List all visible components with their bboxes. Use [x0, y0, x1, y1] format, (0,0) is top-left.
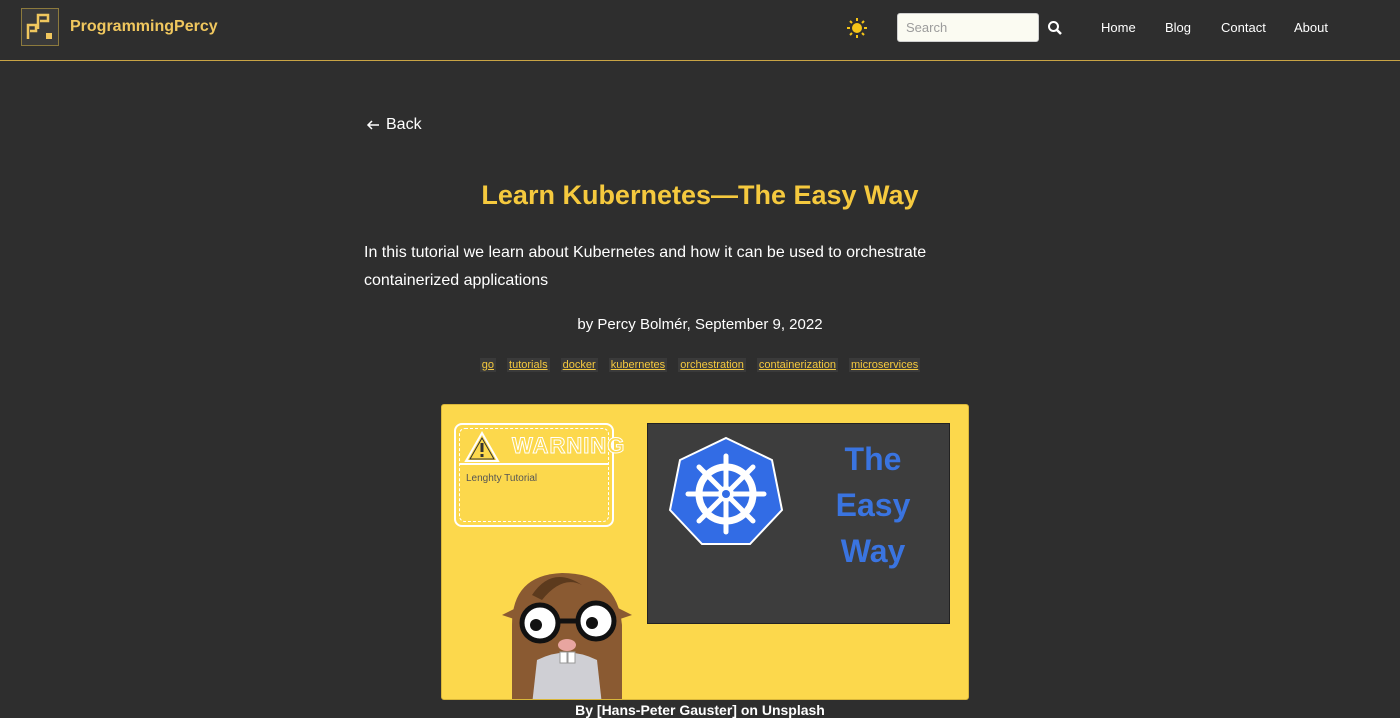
kubernetes-logo-icon [668, 436, 784, 545]
back-link[interactable]: Back [366, 116, 422, 134]
warning-subtext: Lenghty Tutorial [466, 473, 538, 484]
search-icon[interactable] [1047, 20, 1063, 36]
warning-box: WARNING Lenghty Tutorial [454, 423, 625, 527]
nav-contact[interactable]: Contact [1221, 20, 1266, 35]
tag-list: go tutorials docker kubernetes orchestra… [0, 358, 1400, 372]
site-header: ProgrammingPercy Home Blog Contact About [0, 0, 1400, 61]
logo-icon [23, 10, 57, 44]
nav-home[interactable]: Home [1101, 20, 1136, 35]
article-title: Learn Kubernetes—The Easy Way [481, 180, 919, 210]
tag-microservices[interactable]: microservices [849, 358, 921, 372]
tag-tutorials[interactable]: tutorials [507, 358, 550, 372]
tag-kubernetes[interactable]: kubernetes [608, 358, 668, 372]
nav-blog[interactable]: Blog [1165, 20, 1191, 35]
tag-go[interactable]: go [479, 358, 496, 372]
easy-way-line3: Way [840, 533, 906, 569]
search-input[interactable] [897, 13, 1039, 42]
tag-orchestration[interactable]: orchestration [678, 358, 746, 372]
warning-label: WARNING [511, 433, 626, 459]
site-brand[interactable]: ProgrammingPercy [70, 18, 218, 36]
chalkboard-panel: The Easy Way [647, 423, 950, 624]
hero-image: WARNING Lenghty Tutorial The Easy Way [441, 404, 969, 700]
site-logo[interactable] [21, 8, 59, 46]
hero-caption: By [Hans-Peter Gauster] on Unsplash [575, 702, 825, 718]
theme-toggle-sun-icon[interactable] [846, 17, 868, 39]
tag-containerization[interactable]: containerization [756, 358, 838, 372]
easy-way-line1: The [844, 441, 902, 477]
easy-way-line2: Easy [835, 487, 911, 523]
tag-docker[interactable]: docker [560, 358, 598, 372]
easy-way-text: The Easy Way [798, 436, 948, 574]
warning-icon [464, 431, 500, 462]
nav-about[interactable]: About [1294, 20, 1328, 35]
article-byline: by Percy Bolmér, September 9, 2022 [577, 316, 823, 333]
article-lead: In this tutorial we learn about Kubernet… [364, 244, 927, 289]
back-label: Back [386, 116, 422, 133]
gopher-mascot-icon [502, 573, 632, 699]
arrow-left-icon [366, 120, 379, 130]
